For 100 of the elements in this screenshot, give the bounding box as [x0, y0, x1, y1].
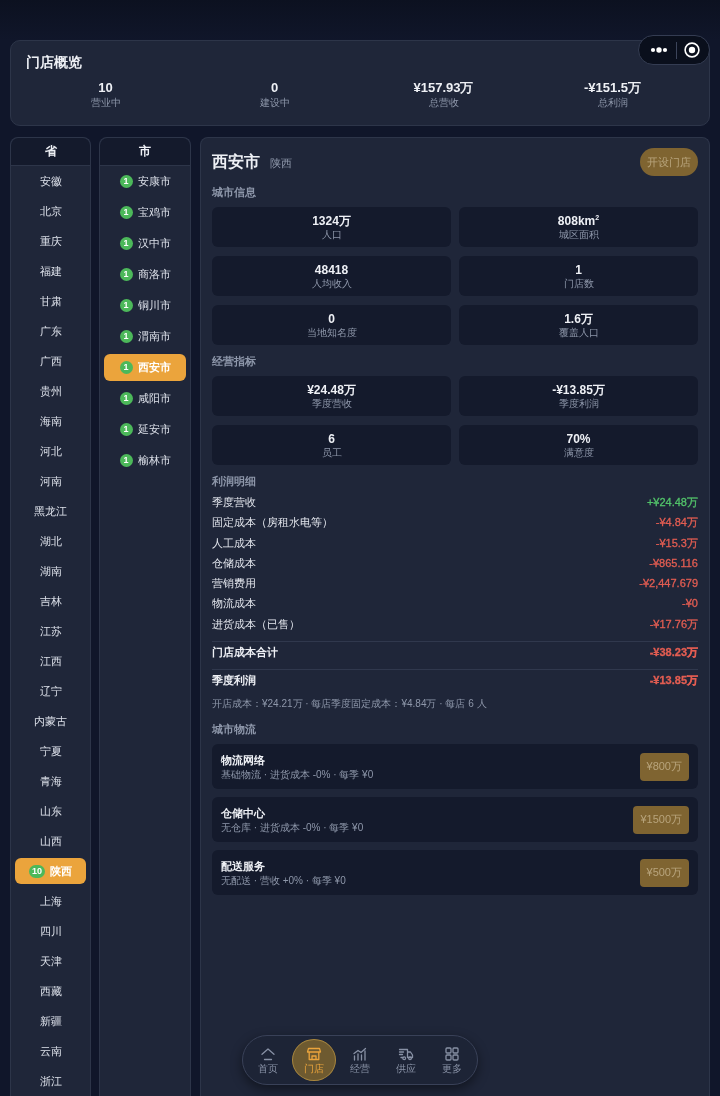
total-amount: -¥38.23万: [649, 644, 698, 660]
stat-label: 建设中: [259, 96, 290, 109]
logistics-name: 物流网络: [221, 752, 265, 768]
province-item[interactable]: 广西: [15, 348, 86, 374]
tile-label: 季度利润: [558, 397, 599, 410]
province-item[interactable]: 浙江: [15, 1068, 86, 1094]
city-item[interactable]: 1 榆林市: [104, 447, 186, 474]
overview-title: 门店概览: [26, 53, 82, 72]
city-item[interactable]: 1 铜川市: [104, 292, 186, 319]
tile-label: 人均收入: [311, 277, 352, 290]
row-amount: -¥17.76万: [649, 616, 698, 632]
total-label: 门店成本合计: [212, 644, 278, 660]
province-item[interactable]: 山东: [15, 798, 86, 824]
row-amount: -¥865.116: [649, 555, 698, 571]
count-badge: 10: [29, 864, 45, 878]
city-item[interactable]: 1 商洛市: [104, 261, 186, 288]
tile-value: -¥13.85万: [552, 382, 605, 398]
province-item[interactable]: 江苏: [15, 618, 86, 644]
province-item[interactable]: 宁夏: [15, 738, 86, 764]
stat-label: 营业中: [90, 96, 121, 109]
count-badge: 1: [119, 454, 133, 467]
nav-tab[interactable]: 经营: [338, 1039, 382, 1081]
tile-value: 1324万: [312, 213, 351, 229]
row-label: 物流成本: [212, 596, 256, 611]
tile-label: 季度营收: [311, 397, 352, 410]
tile-value: ¥24.48万: [307, 382, 356, 398]
tile-value: 1: [575, 262, 582, 278]
row-amount: -¥0: [682, 596, 698, 611]
grid-icon: [444, 1045, 460, 1062]
province-item[interactable]: 吉林: [15, 588, 86, 614]
tile-label: 员工: [321, 446, 342, 459]
section-title: 经营指标: [212, 354, 256, 369]
province-item[interactable]: 广东: [15, 318, 86, 344]
count-badge: 1: [119, 268, 133, 281]
nav-tab[interactable]: 供应: [384, 1039, 428, 1081]
row-label: 仓储成本: [212, 555, 256, 571]
city-item[interactable]: 1 渭南市: [104, 323, 186, 350]
count-badge: 1: [119, 423, 133, 436]
row-label: 人工成本: [212, 535, 256, 550]
province-item[interactable]: 新疆: [15, 1008, 86, 1034]
section-title: 城市信息: [212, 185, 256, 200]
province-item[interactable]: 四川: [15, 918, 86, 944]
province-item[interactable]: 湖北: [15, 528, 86, 554]
tile-value: 6: [328, 431, 335, 447]
city-item[interactable]: 1 延安市: [104, 416, 186, 443]
province-item[interactable]: 黑龙江: [15, 498, 86, 524]
province-item[interactable]: 西藏: [15, 978, 86, 1004]
tile-label: 城区面积: [558, 228, 599, 241]
nav-tab[interactable]: 更多: [430, 1039, 474, 1081]
store-icon: [306, 1045, 322, 1062]
city-item[interactable]: 1 宝鸡市: [104, 199, 186, 226]
column-header: 市: [100, 138, 190, 166]
province-item[interactable]: 上海: [15, 888, 86, 914]
province-item[interactable]: 天津: [15, 948, 86, 974]
city-item[interactable]: 1 咸阳市: [104, 385, 186, 412]
province-item[interactable]: 福建: [15, 258, 86, 284]
tile-label: 当地知名度: [306, 326, 357, 339]
tile-label: 人口: [321, 228, 342, 241]
province-item[interactable]: 湖南: [15, 558, 86, 584]
logistics-description: 无配送 · 营收 +0% · 每季 ¥0: [221, 873, 346, 887]
column-header: 省: [11, 138, 90, 166]
total-amount: -¥13.85万: [649, 672, 698, 688]
bar-chart-icon: [352, 1045, 368, 1062]
province-item[interactable]: 甘肃: [15, 288, 86, 314]
tile-value: 808km$^{2}$: [557, 213, 600, 229]
nav-tab[interactable]: 首页: [246, 1039, 290, 1081]
province-item[interactable]: 江西: [15, 648, 86, 674]
province-item[interactable]: 河北: [15, 438, 86, 464]
city-item[interactable]: 1 安康市: [104, 168, 186, 195]
section-title: 城市物流: [212, 722, 256, 738]
count-badge: 1: [119, 361, 133, 374]
row-label: 固定成本（房租水电等）: [212, 515, 333, 530]
province-item[interactable]: 北京: [15, 198, 86, 224]
tile-label: 满意度: [563, 446, 594, 459]
city-item[interactable]: 1 汉中市: [104, 230, 186, 257]
stat-value: ¥157.93万: [413, 80, 474, 96]
province-item[interactable]: 内蒙古: [15, 708, 86, 734]
target-icon[interactable]: [684, 42, 700, 58]
cost-note: 开店成本：¥24.21万 · 每店季度固定成本：¥4.84万 · 每店 6 人: [212, 697, 487, 712]
province-item[interactable]: 贵州: [15, 378, 86, 404]
stat-value: 10: [98, 80, 113, 96]
tile-value: 0: [328, 311, 335, 327]
section-title: 利润明细: [212, 474, 256, 489]
tile-value: 70%: [566, 431, 591, 447]
count-badge: 1: [119, 175, 133, 188]
stat-label: 总营收: [428, 96, 459, 109]
province-item[interactable]: 山西: [15, 828, 86, 854]
count-badge: 1: [119, 237, 133, 250]
row-amount: +¥24.48万: [646, 495, 698, 510]
count-badge: 1: [119, 206, 133, 219]
province-item[interactable]: 重庆: [15, 228, 86, 254]
province-item[interactable]: 辽宁: [15, 678, 86, 704]
row-amount: -¥4.84万: [655, 515, 698, 530]
province-item[interactable]: 云南: [15, 1038, 86, 1064]
logistics-name: 配送服务: [221, 858, 265, 874]
province-item[interactable]: 安徽: [15, 168, 86, 194]
province-item[interactable]: 海南: [15, 408, 86, 434]
more-icon[interactable]: [650, 47, 668, 53]
province-item[interactable]: 青海: [15, 768, 86, 794]
province-item[interactable]: 河南: [15, 468, 86, 494]
